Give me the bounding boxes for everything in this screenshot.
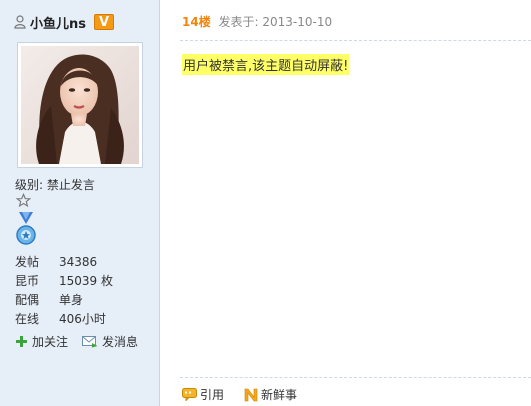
avatar[interactable] (21, 46, 139, 164)
stat-row: 发帖 34386 (15, 253, 113, 272)
follow-label: 加关注 (32, 335, 69, 349)
stat-label: 昆币 (15, 274, 40, 288)
stat-row: 昆币 15039 枚 (15, 272, 113, 291)
stat-label: 发帖 (15, 255, 40, 269)
stat-value: 34386 (59, 255, 98, 269)
follow-button[interactable]: 加关注 (15, 333, 68, 350)
star-icon (16, 193, 31, 208)
fresh-icon (244, 388, 258, 401)
vip-badge: V (94, 14, 114, 30)
stat-label: 配偶 (15, 293, 40, 307)
user-sidebar: 小鱼儿ns V 级别: 禁止发言 发帖 34386 昆币 15039 枚 配偶 … (0, 0, 160, 406)
stat-value: 15039 枚 (59, 274, 113, 288)
stat-value: 单身 (59, 293, 84, 307)
user-actions: 加关注 发消息 (15, 333, 152, 350)
quote-icon (182, 388, 197, 401)
quote-button[interactable]: 引用 (182, 386, 224, 403)
message-label: 发消息 (102, 335, 139, 349)
floor-number[interactable]: 14楼 (182, 15, 211, 29)
header-divider (180, 40, 531, 41)
stat-row: 配偶 单身 (15, 291, 113, 310)
stat-label: 在线 (15, 312, 40, 326)
fresh-button[interactable]: 新鲜事 (244, 386, 297, 403)
mail-icon (82, 336, 98, 348)
user-level: 级别: 禁止发言 (15, 178, 95, 192)
banned-notice: 用户被禁言,该主题自动屏蔽! (182, 54, 350, 75)
message-button[interactable]: 发消息 (82, 333, 138, 350)
post-date: 发表于: 2013-10-10 (218, 15, 333, 29)
post-header: 14楼 发表于: 2013-10-10 (182, 13, 332, 30)
post-footer: 引用 新鲜事 (182, 386, 317, 403)
fresh-label: 新鲜事 (261, 388, 298, 402)
footer-divider (180, 377, 531, 378)
medal-icon[interactable] (15, 212, 37, 248)
plus-icon (16, 336, 27, 347)
username[interactable]: 小鱼儿ns (30, 13, 86, 32)
user-stats: 发帖 34386 昆币 15039 枚 配偶 单身 在线 406小时 (15, 253, 113, 329)
username-row: 小鱼儿ns V (14, 12, 114, 32)
user-icon (14, 15, 26, 29)
stat-row: 在线 406小时 (15, 310, 113, 329)
avatar-frame (17, 42, 143, 168)
quote-label: 引用 (200, 388, 225, 402)
stat-value: 406小时 (59, 312, 106, 326)
